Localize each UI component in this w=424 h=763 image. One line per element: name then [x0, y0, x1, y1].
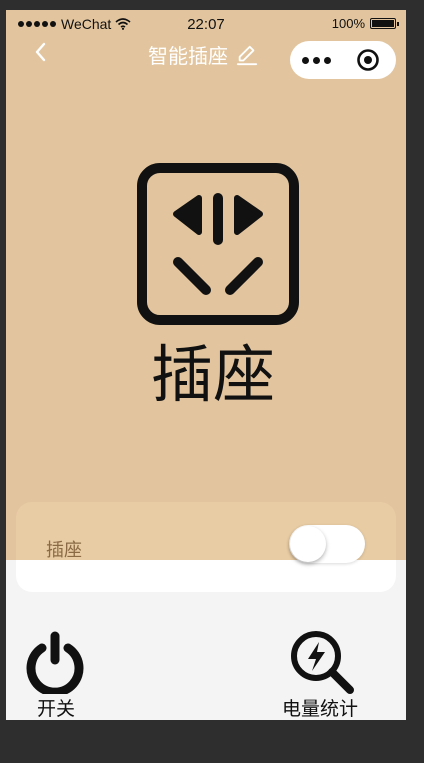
nav-bar: 智能插座: [6, 36, 406, 80]
device-name: 插座: [150, 338, 275, 411]
back-arrow-icon[interactable]: [30, 40, 54, 64]
title-group: 智能插座: [148, 40, 258, 69]
battery-status: 100%: [331, 16, 399, 31]
more-dot: [301, 56, 309, 64]
battery-percent: 100%: [331, 16, 365, 31]
power-icon: [26, 631, 84, 694]
target-close-icon: [357, 49, 379, 71]
switch-card: 插座: [16, 502, 396, 592]
mini-program-capsule: [290, 41, 396, 79]
power-stats-button[interactable]: 电量统计: [272, 628, 368, 720]
power-button[interactable]: 开关: [18, 628, 94, 720]
power-label: 开关: [36, 698, 75, 720]
pencil-icon[interactable]: [236, 44, 258, 66]
toggle-knob: [290, 526, 326, 562]
more-options-button[interactable]: [290, 41, 342, 79]
phone-screen: WeChat 22:07 100% 智能插座 插座 插座 开关 电量统计: [6, 10, 406, 720]
close-mini-program-button[interactable]: [342, 41, 394, 79]
more-dot: [312, 56, 320, 64]
socket-icon: [137, 163, 299, 325]
energy-search-icon: [291, 631, 354, 694]
more-dot: [323, 56, 331, 64]
status-bar: WeChat 22:07 100%: [6, 10, 406, 38]
socket-toggle-switch[interactable]: [289, 525, 365, 563]
power-stats-label: 电量统计: [281, 698, 358, 720]
battery-icon: [370, 18, 399, 29]
switch-label: 插座: [46, 540, 82, 561]
page-title: 智能插座: [148, 44, 228, 68]
